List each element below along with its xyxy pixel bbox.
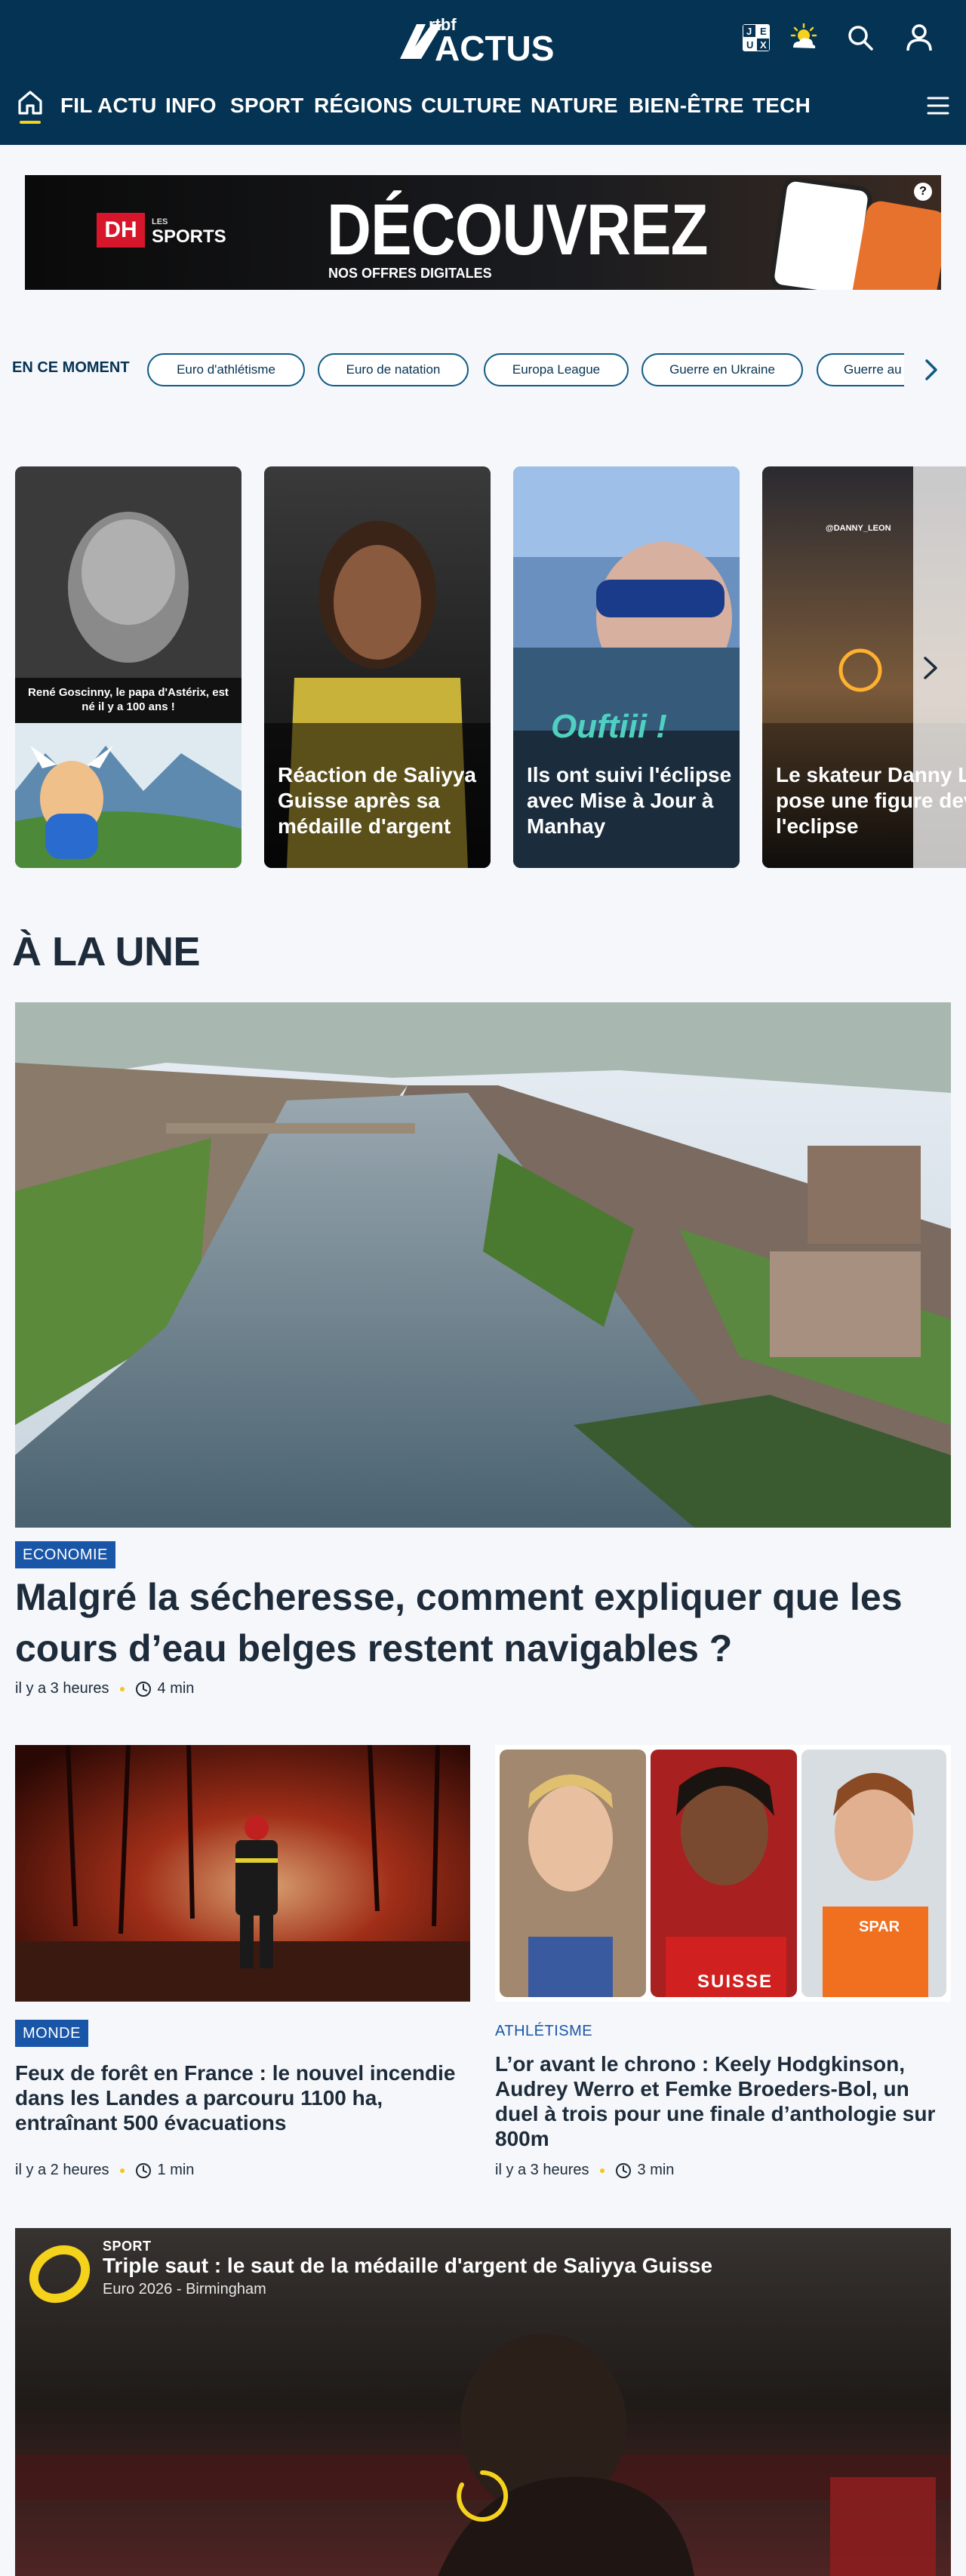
story-caption: Ils ont suivi l'éclipse avec Mise à Jour… (527, 763, 732, 838)
ad-headline: DÉCOUVREZ (327, 189, 709, 270)
story-inner-text: @DANNY_LEON (826, 524, 891, 533)
story-caption: Le skateur Danny León pose une figure de… (776, 763, 966, 838)
article-meta: il y a 2 heures 1 min (15, 2162, 194, 2179)
svg-text:X: X (760, 39, 767, 51)
nav-item-regions[interactable]: RÉGIONS (314, 91, 413, 121)
nav-item-fil-actu[interactable]: FIL ACTU (60, 91, 157, 121)
ad-subline: NOS OFFRES DIGITALES (328, 266, 492, 281)
read-time: 1 min (157, 2162, 195, 2178)
nav-item-nature[interactable]: NATURE (531, 91, 618, 121)
story-inner-text: Ouftiii ! (551, 708, 667, 745)
headline-title[interactable]: Malgré la sécheresse, comment expliquer … (15, 1571, 951, 1674)
headline-meta: il y a 3 heures 4 min (15, 1680, 194, 1697)
article-image[interactable]: SUISSE SPAR (495, 1745, 951, 2002)
svg-text:U: U (746, 39, 753, 51)
trending-label: EN CE MOMENT (12, 359, 130, 376)
trending-bar: EN CE MOMENT Euro d'athlétisme Euro de n… (0, 350, 966, 388)
story-card[interactable]: Réaction de Saliyya Guisse après sa méda… (264, 466, 491, 868)
clock-icon (135, 2162, 151, 2178)
jersey-text: SUISSE (697, 1971, 774, 1992)
nav-item-culture[interactable]: CULTURE (421, 91, 521, 121)
article-image[interactable] (15, 1745, 470, 2002)
separator-dot (119, 1686, 125, 1691)
main-nav: FIL ACTU INFO SPORT RÉGIONS CULTURE NATU… (0, 83, 966, 130)
nav-active-indicator (20, 121, 41, 124)
video-title: Triple saut : le saut de la médaille d'a… (103, 2254, 713, 2277)
story-card[interactable]: Ouftiii ! Ils ont suivi l'éclipse avec M… (513, 466, 740, 868)
ad-sports-text: SPORTS (152, 226, 226, 247)
site-header: rtbf ACTUS J E U X FIL ACTU INFO SPORT R… (0, 0, 966, 145)
clock-icon (615, 2162, 631, 2178)
svg-text:E: E (760, 26, 767, 37)
ad-dh-logo: DH (97, 213, 145, 248)
logo-big-text: ACTUS (435, 29, 554, 66)
nav-item-tech[interactable]: TECH (752, 91, 811, 121)
category-tag[interactable]: ECONOMIE (15, 1541, 115, 1568)
nav-item-bien-etre[interactable]: BIEN-ÊTRE (629, 91, 744, 121)
svg-text:J: J (746, 26, 752, 37)
read-time: 4 min (157, 1680, 195, 1697)
story-card[interactable]: René Goscinny, le papa d'Astérix, est né… (15, 466, 242, 868)
nav-item-info[interactable]: INFO (165, 91, 217, 121)
category-tag[interactable]: MONDE (15, 2020, 88, 2047)
article-title[interactable]: Feux de forêt en France : le nouvel ince… (15, 2060, 470, 2135)
separator-dot (119, 2168, 125, 2173)
trending-chip[interactable]: Euro de natation (318, 353, 469, 386)
headline-image[interactable] (15, 1002, 951, 1528)
video-player[interactable]: SPORT Triple saut : le saut de la médail… (15, 2228, 951, 2576)
story-caption: Réaction de Saliyya Guisse après sa méda… (278, 763, 477, 838)
sport-channel-logo (29, 2245, 91, 2304)
chevron-right-icon[interactable] (916, 649, 943, 687)
ad-info-icon[interactable]: ? (914, 183, 932, 201)
menu-icon[interactable] (922, 92, 952, 119)
category-tag[interactable]: ATHLÉTISME (495, 2023, 592, 2040)
video-subtitle: Euro 2026 - Birmingham (103, 2281, 266, 2297)
video-category: SPORT (103, 2239, 152, 2254)
search-icon[interactable] (842, 20, 878, 56)
article-title[interactable]: L’or avant le chrono : Keely Hodgkinson,… (495, 2051, 951, 2151)
ad-les-text: LES (152, 217, 168, 226)
trending-chip[interactable]: Guerre au (817, 353, 904, 386)
article-meta: il y a 3 heures 3 min (495, 2162, 674, 2179)
rtbf-actus-logo[interactable]: rtbf ACTUS (395, 14, 574, 66)
trending-chip[interactable]: Guerre en Ukraine (641, 353, 803, 386)
story-image (15, 466, 242, 868)
user-icon[interactable] (901, 20, 937, 56)
trending-chip[interactable]: Europa League (484, 353, 629, 386)
read-time: 3 min (637, 2162, 675, 2178)
time-ago: il y a 2 heures (15, 2162, 109, 2178)
jersey-text: SPAR (859, 1919, 900, 1935)
time-ago: il y a 3 heures (495, 2162, 589, 2178)
section-title: À LA UNE (12, 929, 201, 974)
time-ago: il y a 3 heures (15, 1680, 109, 1697)
loading-spinner-icon (457, 2470, 509, 2522)
nav-home[interactable] (15, 88, 45, 125)
nav-item-sport[interactable]: SPORT (230, 91, 303, 121)
trending-chip[interactable]: Euro d'athlétisme (147, 353, 305, 386)
weather-icon[interactable] (785, 20, 821, 56)
home-icon (18, 91, 42, 115)
ad-banner[interactable]: DH LES SPORTS DÉCOUVREZ NOS OFFRES DIGIT… (25, 175, 941, 290)
chevron-right-icon[interactable] (919, 355, 942, 385)
games-icon[interactable]: J E U X (738, 20, 774, 56)
clock-icon (135, 1681, 151, 1697)
separator-dot (599, 2168, 605, 2173)
story-inner-text: René Goscinny, le papa d'Astérix, est né… (28, 686, 229, 713)
